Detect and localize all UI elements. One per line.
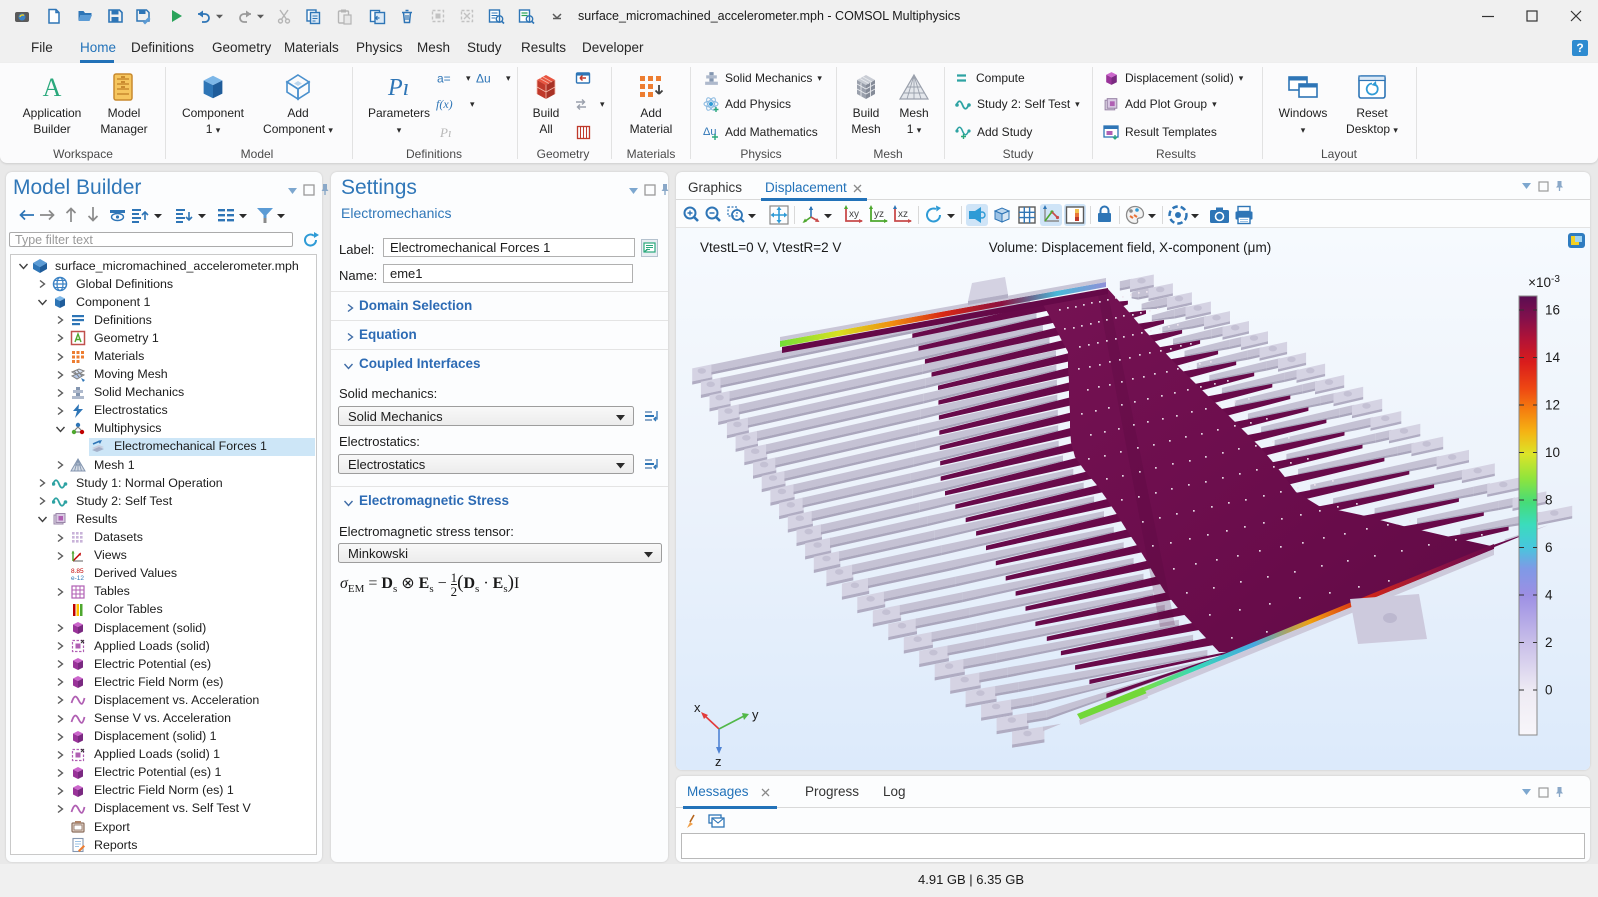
svg-text:16: 16 xyxy=(1545,303,1560,318)
svg-text:10: 10 xyxy=(1545,445,1560,460)
svg-text:Pı: Pı xyxy=(440,125,452,139)
svg-text:Δu: Δu xyxy=(476,72,491,85)
svg-text:Pı: Pı xyxy=(387,75,409,101)
svg-text:14: 14 xyxy=(1545,350,1561,365)
svg-text:xz: xz xyxy=(898,209,908,220)
svg-text:xy: xy xyxy=(849,209,859,220)
svg-text:x: x xyxy=(694,700,701,715)
svg-text:8: 8 xyxy=(1545,493,1553,508)
svg-text:12: 12 xyxy=(1545,398,1560,413)
svg-text:A: A xyxy=(43,73,62,102)
svg-text:e-12: e-12 xyxy=(71,575,84,582)
svg-text:4: 4 xyxy=(1545,588,1553,603)
svg-text:VtestL=0 V, VtestR=2 V: VtestL=0 V, VtestR=2 V xyxy=(700,240,841,255)
svg-text:6: 6 xyxy=(1545,540,1553,555)
svg-text:yz: yz xyxy=(874,209,884,220)
svg-text:a=: a= xyxy=(437,72,451,85)
svg-text:z: z xyxy=(715,754,722,769)
svg-text:y: y xyxy=(752,707,759,722)
svg-text:2: 2 xyxy=(1545,635,1553,650)
svg-text:f(x): f(x) xyxy=(436,97,453,111)
svg-text:0: 0 xyxy=(1545,683,1553,698)
svg-text:Volume: Displacement field, X-: Volume: Displacement field, X-component … xyxy=(989,240,1271,255)
svg-text:8.85: 8.85 xyxy=(71,568,84,575)
